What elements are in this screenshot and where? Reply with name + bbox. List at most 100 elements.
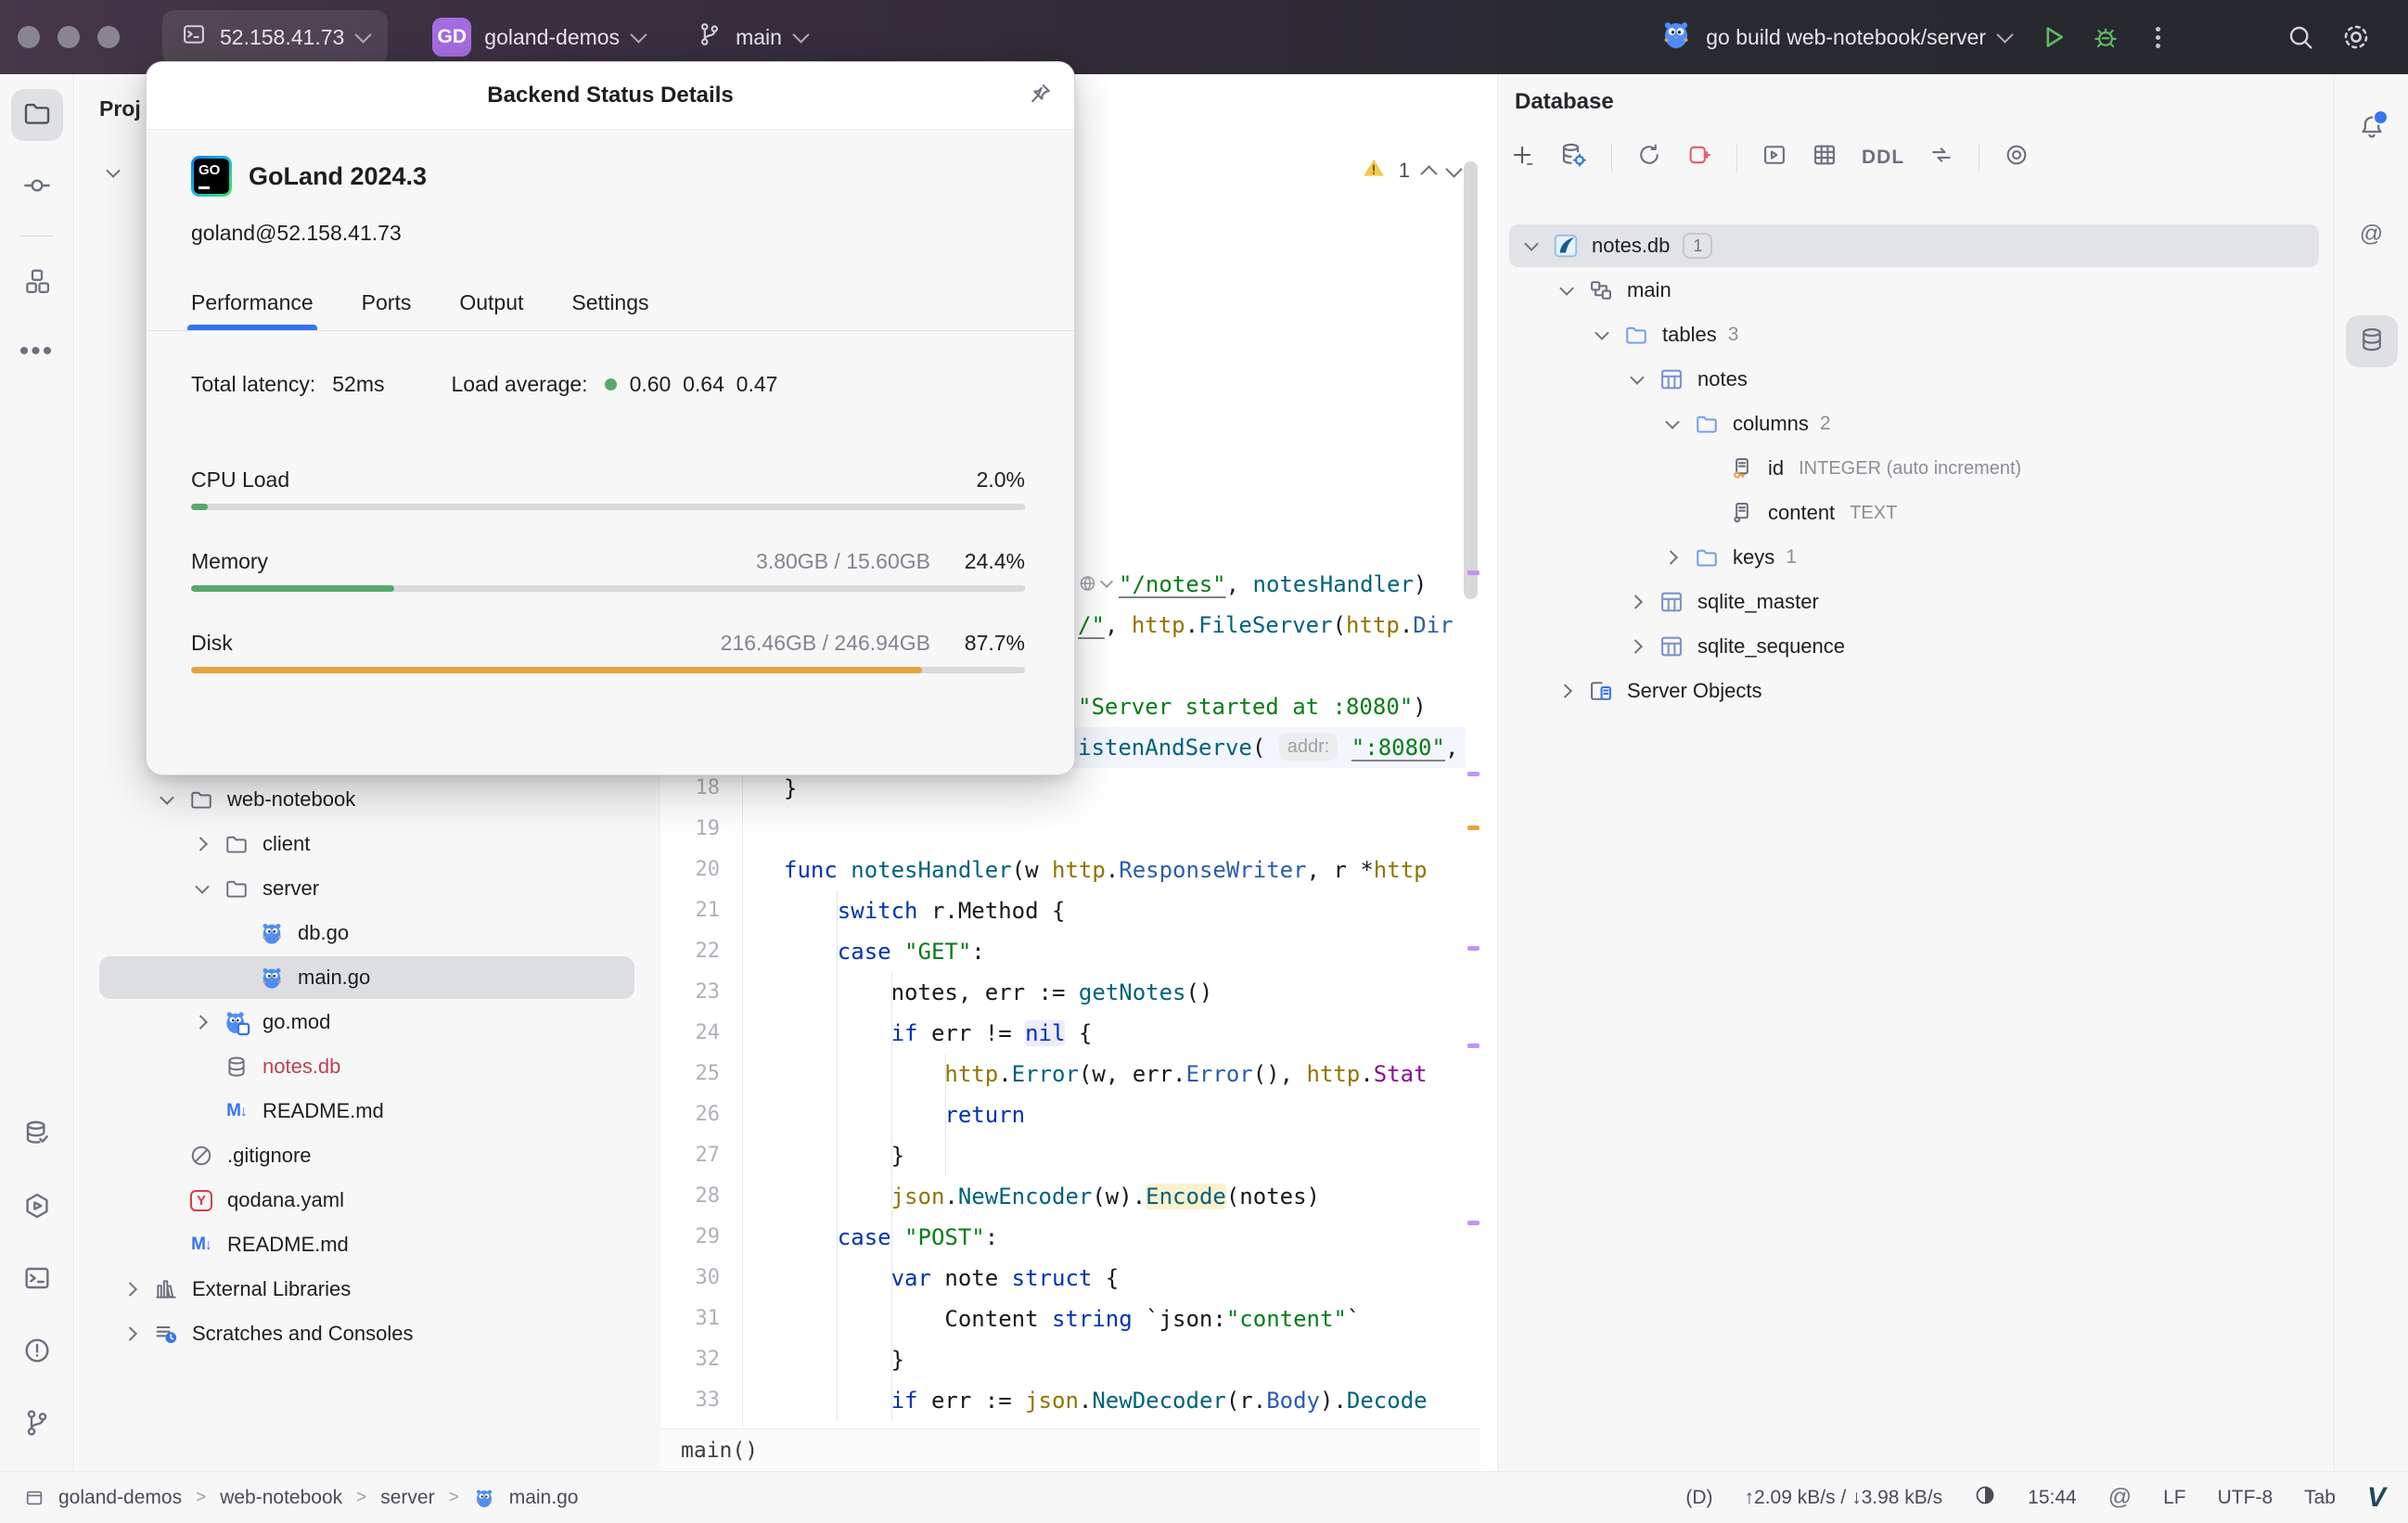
tool-project-button[interactable] bbox=[10, 89, 63, 141]
project-item-go-mod[interactable]: go.mod bbox=[75, 1000, 660, 1044]
line-number[interactable]: 26 bbox=[660, 1094, 721, 1135]
chevron-right-icon[interactable] bbox=[185, 822, 220, 866]
project-item--gitignore[interactable]: .gitignore bbox=[75, 1133, 660, 1178]
project-item-readme-md[interactable]: M↓ README.md bbox=[75, 1222, 660, 1267]
project-item-readme-md[interactable]: M↓ README.md bbox=[75, 1089, 660, 1133]
chevron-right-icon[interactable] bbox=[1620, 580, 1655, 624]
run-configuration-selector[interactable]: go build web-notebook/server bbox=[1659, 18, 2014, 57]
encoding-selector[interactable]: UTF-8 bbox=[2218, 1487, 2274, 1509]
at-icon[interactable]: @ bbox=[2108, 1484, 2132, 1511]
project-item-server[interactable]: server bbox=[75, 866, 660, 911]
tool-problems-button[interactable] bbox=[11, 1326, 63, 1378]
tool-terminal-button[interactable] bbox=[11, 1254, 63, 1306]
chevron-right-icon[interactable] bbox=[1620, 624, 1655, 669]
code-line-20[interactable]: 20 func notesHandler(w http.ResponseWrite… bbox=[660, 850, 1466, 890]
project-selector[interactable]: GD goland-demos bbox=[432, 18, 647, 57]
stripe-mark[interactable] bbox=[1467, 1043, 1479, 1048]
popup-tab-output[interactable]: Output bbox=[459, 290, 523, 330]
debug-button[interactable] bbox=[2085, 17, 2126, 58]
code-line-33[interactable]: 33 if err := json.NewDecoder(r.Body).Dec… bbox=[660, 1380, 1466, 1421]
stripe-mark[interactable] bbox=[1467, 1221, 1479, 1225]
line-number[interactable]: 30 bbox=[660, 1258, 721, 1299]
project-item-external-libraries[interactable]: External Libraries bbox=[75, 1267, 660, 1312]
run-button[interactable] bbox=[2033, 17, 2074, 58]
code-line-24[interactable]: 24 if err != nil { bbox=[660, 1013, 1466, 1054]
settings-button[interactable] bbox=[2336, 17, 2376, 58]
tool-commit-button[interactable] bbox=[11, 161, 63, 213]
database-tool-button[interactable] bbox=[2345, 315, 2398, 367]
project-item-qodana-yaml[interactable]: Yqodana.yaml bbox=[75, 1178, 660, 1222]
code-line-23[interactable]: 23 notes, err := getNotes() bbox=[660, 972, 1466, 1013]
project-item-db-go[interactable]: db.go bbox=[75, 911, 660, 955]
code-line-32[interactable]: 32 } bbox=[660, 1339, 1466, 1380]
project-item-main-go[interactable]: main.go bbox=[75, 955, 660, 1000]
code-line-27[interactable]: 27 } bbox=[660, 1135, 1466, 1176]
project-item-notes-db[interactable]: notes.db bbox=[75, 1044, 660, 1089]
line-number[interactable]: 29 bbox=[660, 1217, 721, 1258]
chevron-down-icon[interactable] bbox=[99, 150, 127, 195]
code-line-22[interactable]: 22 case "GET": bbox=[660, 931, 1466, 972]
db-item-sqlite-sequence[interactable]: sqlite_sequence bbox=[1498, 624, 2334, 669]
line-number[interactable]: 23 bbox=[660, 972, 721, 1013]
line-number[interactable]: 31 bbox=[660, 1299, 721, 1339]
stripe-mark[interactable] bbox=[1467, 772, 1479, 776]
code-line-26[interactable]: 26 return bbox=[660, 1094, 1466, 1135]
line-number[interactable]: 20 bbox=[660, 850, 721, 890]
notifications-button[interactable] bbox=[2346, 102, 2398, 154]
code-line-29[interactable]: 29 case "POST": bbox=[660, 1217, 1466, 1258]
datasource-properties-button[interactable] bbox=[1559, 141, 1587, 173]
stripe-mark[interactable] bbox=[1467, 570, 1479, 575]
tool-more-button[interactable]: ••• bbox=[11, 329, 63, 381]
contrast-icon[interactable] bbox=[1974, 1484, 1996, 1512]
line-number[interactable]: 27 bbox=[660, 1135, 721, 1176]
chevron-right-icon[interactable] bbox=[114, 1312, 149, 1356]
line-number[interactable]: 32 bbox=[660, 1339, 721, 1380]
breadcrumb-item[interactable]: server bbox=[380, 1487, 434, 1509]
chevron-down-icon[interactable] bbox=[1655, 402, 1690, 446]
chevron-right-icon[interactable] bbox=[185, 1000, 220, 1044]
chevron-down-icon[interactable] bbox=[149, 777, 185, 822]
remote-host-selector[interactable]: 52.158.41.73 bbox=[162, 10, 389, 64]
line-number[interactable]: 25 bbox=[660, 1054, 721, 1094]
scope-button[interactable] bbox=[2004, 142, 2030, 173]
inspections-widget[interactable]: 1 bbox=[1362, 156, 1463, 186]
editor-scrollbar[interactable] bbox=[1464, 161, 1478, 599]
db-item-content[interactable]: content TEXT bbox=[1498, 491, 2334, 535]
line-number[interactable]: 19 bbox=[660, 809, 721, 850]
line-number[interactable]: 28 bbox=[660, 1176, 721, 1217]
chevron-down-icon[interactable] bbox=[1584, 313, 1620, 357]
line-number[interactable]: 22 bbox=[660, 931, 721, 972]
db-item-notes[interactable]: notes bbox=[1498, 357, 2334, 402]
branch-selector[interactable]: main bbox=[697, 21, 810, 53]
previous-problem-button[interactable] bbox=[1420, 164, 1438, 183]
popup-tab-settings[interactable]: Settings bbox=[571, 290, 648, 330]
search-everywhere-button[interactable] bbox=[2280, 17, 2321, 58]
ddl-button[interactable]: DDL bbox=[1862, 147, 1904, 169]
zoom-button[interactable] bbox=[97, 26, 120, 48]
db-item-server-objects[interactable]: Server Objects bbox=[1498, 669, 2334, 713]
chevron-right-icon[interactable] bbox=[114, 1267, 149, 1312]
ai-assistant-button[interactable]: @ bbox=[2346, 208, 2398, 260]
breadcrumb-item[interactable]: web-notebook bbox=[220, 1487, 342, 1509]
tool-services-button[interactable] bbox=[11, 1182, 63, 1234]
disconnect-button[interactable] bbox=[1686, 142, 1712, 173]
tool-database-check-button[interactable] bbox=[11, 1109, 63, 1161]
line-number[interactable]: 21 bbox=[660, 890, 721, 931]
code-line-21[interactable]: 21 switch r.Method { bbox=[660, 890, 1466, 931]
stripe-mark[interactable] bbox=[1467, 825, 1479, 830]
line-ending-selector[interactable]: LF bbox=[2163, 1487, 2186, 1509]
db-item-keys[interactable]: keys 1 bbox=[1498, 535, 2334, 580]
popup-tab-performance[interactable]: Performance bbox=[187, 290, 317, 330]
code-line-28[interactable]: 28 json.NewEncoder(w).Encode(notes) bbox=[660, 1176, 1466, 1217]
indent-selector[interactable]: Tab bbox=[2304, 1487, 2336, 1509]
chevron-down-icon[interactable] bbox=[1549, 268, 1584, 313]
db-item-columns[interactable]: columns 2 bbox=[1498, 402, 2334, 446]
refresh-button[interactable] bbox=[1636, 142, 1662, 173]
query-console-button[interactable] bbox=[1761, 142, 1787, 173]
chevron-right-icon[interactable] bbox=[1655, 535, 1690, 580]
code-line-30[interactable]: 30 var note struct { bbox=[660, 1258, 1466, 1299]
next-problem-button[interactable] bbox=[1445, 160, 1463, 178]
table-editor-button[interactable] bbox=[1812, 142, 1838, 173]
editor-breadcrumb[interactable]: main() bbox=[660, 1428, 1480, 1471]
db-item-id[interactable]: id INTEGER (auto increment) bbox=[1498, 446, 2334, 491]
